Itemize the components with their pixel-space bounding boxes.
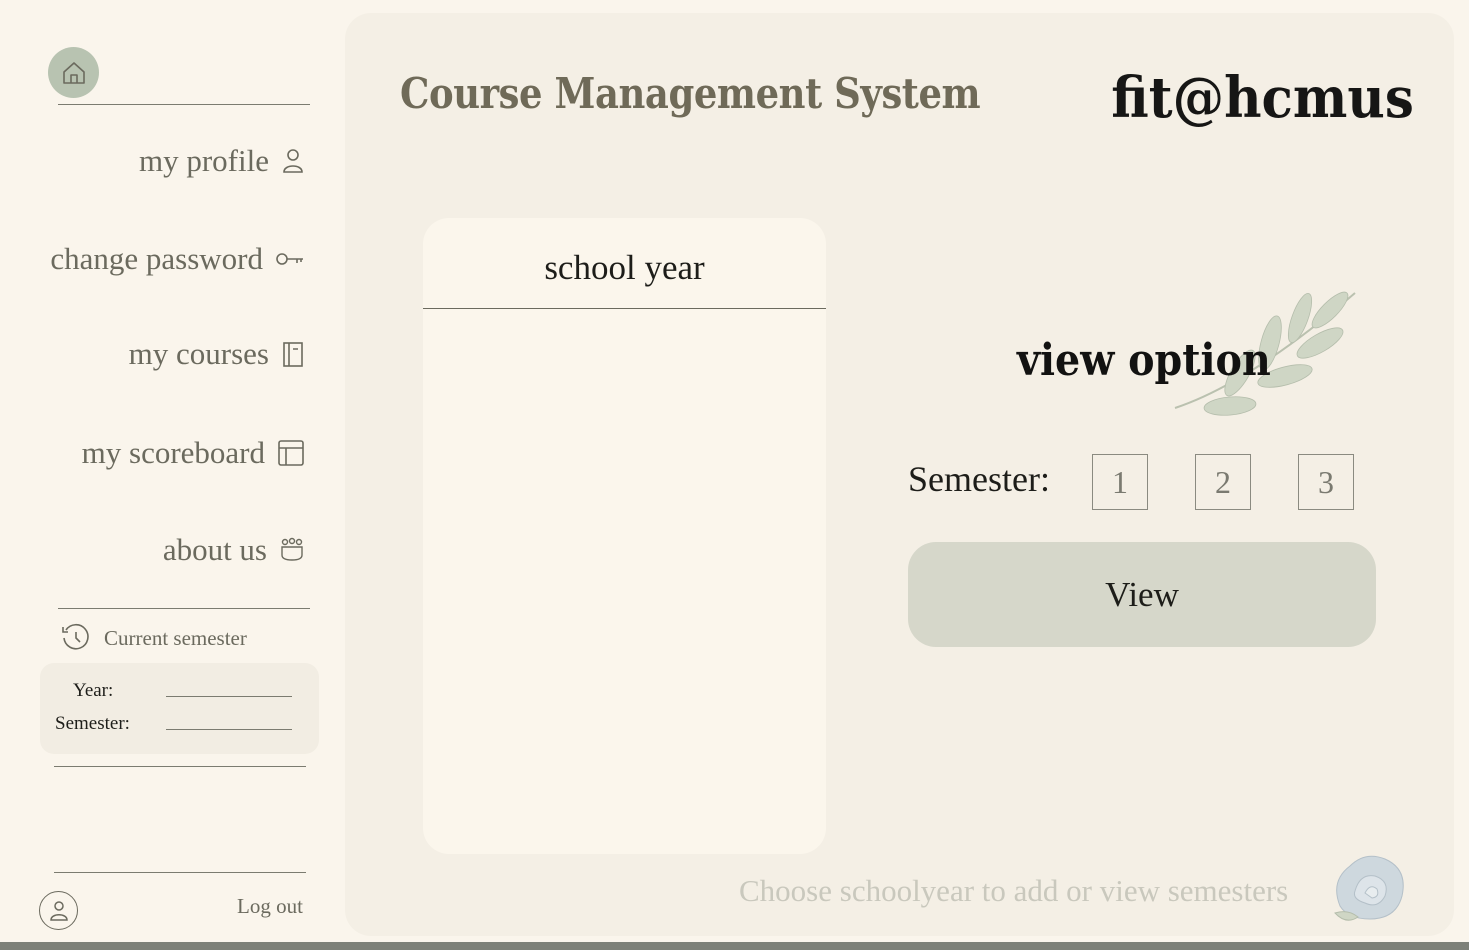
sidebar: my profile change password my courses my… xyxy=(0,0,345,942)
view-option-title: view option xyxy=(1017,335,1271,386)
team-icon xyxy=(281,537,303,561)
school-year-title: school year xyxy=(544,248,705,287)
current-semester-panel: Year: Semester: xyxy=(40,663,319,754)
semester-label: Semester: xyxy=(908,459,1050,499)
table-icon xyxy=(278,440,304,466)
home-button[interactable] xyxy=(48,47,99,98)
flower-decoration-icon xyxy=(1334,855,1404,921)
avatar[interactable] xyxy=(39,891,78,930)
sidebar-item-about-us[interactable]: about us xyxy=(163,532,305,568)
home-icon xyxy=(62,61,85,84)
brand-logo: fit@hcmus xyxy=(1111,65,1414,131)
divider xyxy=(423,308,826,309)
user-icon xyxy=(283,149,303,173)
user-icon xyxy=(49,900,68,921)
bottom-bar xyxy=(0,942,1469,950)
logout-button[interactable]: Log out xyxy=(237,894,303,919)
sidebar-item-label: my courses xyxy=(128,336,269,371)
semester-value-line xyxy=(166,729,292,730)
divider xyxy=(54,872,306,873)
view-button[interactable]: View xyxy=(908,542,1376,647)
hint-text: Choose schoolyear to add or view semeste… xyxy=(739,873,1289,908)
main-panel: Course Management System fit@hcmus schoo… xyxy=(345,13,1454,936)
notebook-icon xyxy=(283,342,303,367)
history-icon xyxy=(62,623,89,650)
year-label: Year: xyxy=(73,680,114,701)
semester-1-button[interactable]: 1 xyxy=(1092,454,1148,510)
sidebar-item-my-profile[interactable]: my profile xyxy=(139,143,305,179)
current-semester-header: Current semester xyxy=(60,622,247,654)
sidebar-item-my-scoreboard[interactable]: my scoreboard xyxy=(82,435,305,471)
semester-2-button[interactable]: 2 xyxy=(1195,454,1251,510)
divider xyxy=(54,766,306,767)
sidebar-item-label: my profile xyxy=(139,143,269,178)
sidebar-item-my-courses[interactable]: my courses xyxy=(129,336,305,372)
year-value-line xyxy=(166,696,292,697)
sidebar-item-label: my scoreboard xyxy=(81,435,265,470)
key-icon xyxy=(276,253,303,265)
page-title: Course Management System xyxy=(400,69,981,118)
divider xyxy=(58,608,310,609)
current-semester-title: Current semester xyxy=(104,625,247,650)
school-year-panel: school year xyxy=(423,218,826,854)
sidebar-item-change-password[interactable]: change password xyxy=(50,241,305,277)
sidebar-item-label: change password xyxy=(50,241,263,276)
sidebar-item-label: about us xyxy=(162,532,267,567)
school-year-list[interactable] xyxy=(423,310,826,854)
semester-label: Semester: xyxy=(55,713,130,734)
semester-3-button[interactable]: 3 xyxy=(1298,454,1354,510)
divider xyxy=(58,104,310,105)
